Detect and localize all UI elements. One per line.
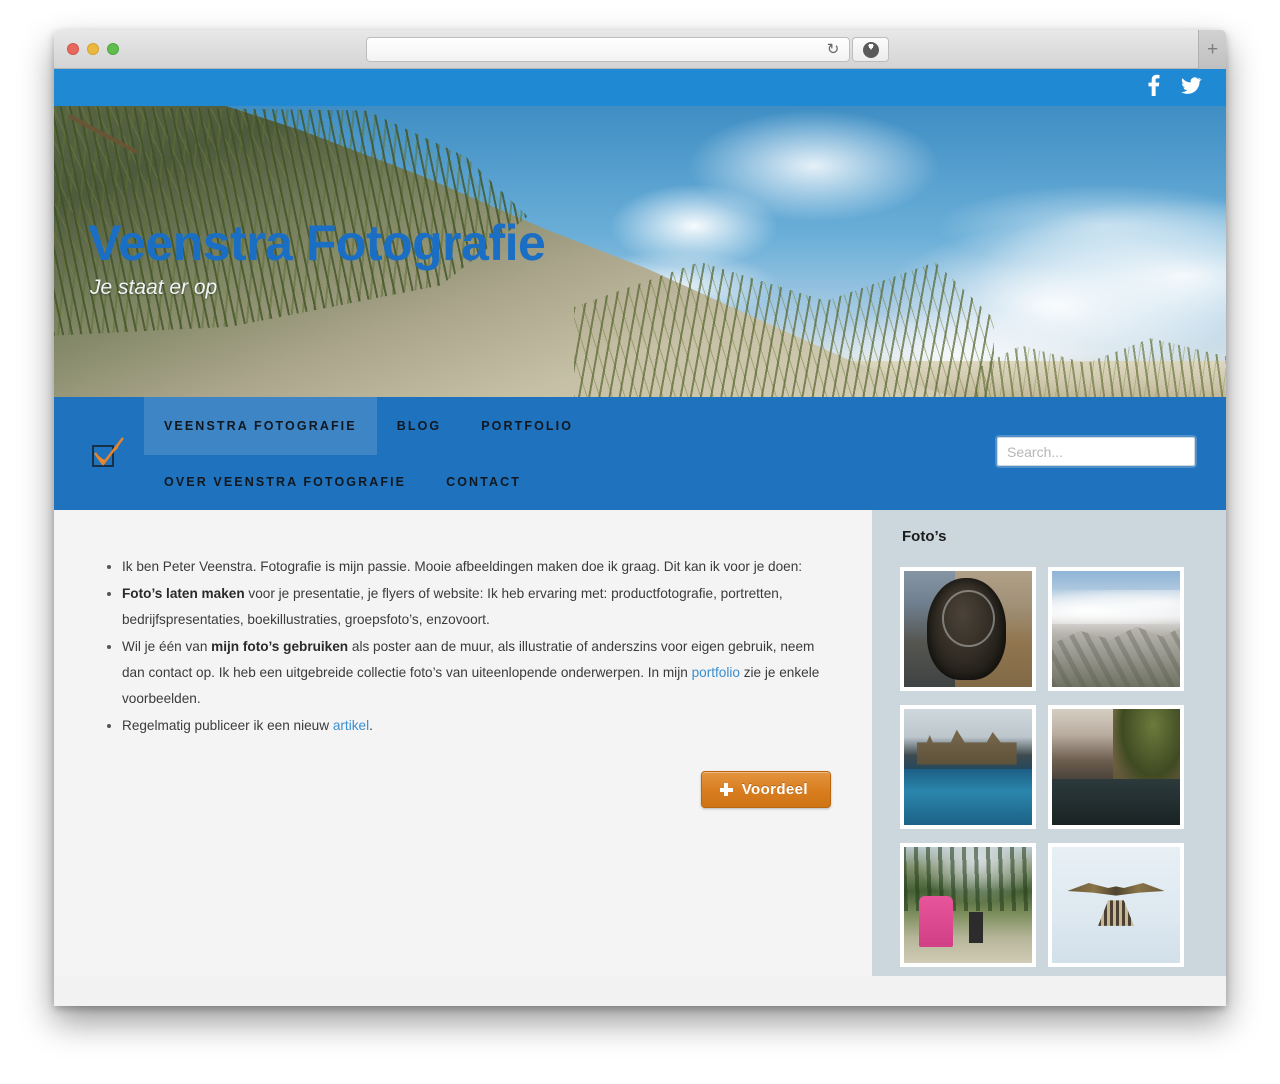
window-traffic-lights — [67, 43, 119, 55]
nav-item-contact[interactable]: CONTACT — [426, 455, 541, 511]
main-navigation: VEENSTRA FOTOGRAFIE BLOG PORTFOLIO OVER … — [54, 397, 1226, 510]
nav-item-blog[interactable]: BLOG — [377, 397, 462, 455]
nav-item-veenstra-fotografie[interactable]: VEENSTRA FOTOGRAFIE — [144, 397, 377, 455]
thumb-koppelpoort[interactable] — [900, 705, 1036, 829]
portfolio-link[interactable]: portfolio — [692, 665, 740, 680]
nav-rows: VEENSTRA FOTOGRAFIE BLOG PORTFOLIO OVER … — [144, 397, 956, 511]
social-links — [1147, 69, 1202, 106]
reload-icon[interactable]: ↻ — [824, 41, 842, 59]
nav-item-portfolio[interactable]: PORTFOLIO — [461, 397, 593, 455]
orange-checkmark-logo[interactable] — [85, 430, 127, 472]
main-content: Ik ben Peter Veenstra. Fotografie is mij… — [54, 510, 872, 976]
thumb-mountain-rocks[interactable] — [1048, 567, 1184, 691]
list-item-bold: Foto’s laten maken — [122, 586, 245, 601]
voordeel-button-label: Voordeel — [741, 781, 808, 798]
list-item-text: Regelmatig publiceer ik een nieuw — [122, 718, 333, 733]
page-footer-strip — [54, 976, 1226, 1006]
list-item: Foto’s laten maken voor je presentatie, … — [122, 581, 832, 633]
search-input[interactable] — [997, 437, 1195, 466]
nav-row-secondary: OVER VEENSTRA FOTOGRAFIE CONTACT — [144, 455, 956, 511]
webpage: Veenstra Fotografie Je staat er op VEENS… — [54, 69, 1226, 1006]
url-input[interactable] — [366, 37, 850, 62]
search-container — [997, 437, 1195, 466]
list-item: Regelmatig publiceer ik een nieuw artike… — [122, 713, 832, 739]
page-body: Ik ben Peter Veenstra. Fotografie is mij… — [54, 510, 1226, 976]
nav-item-over-veenstra-fotografie[interactable]: OVER VEENSTRA FOTOGRAFIE — [144, 455, 426, 511]
list-item: Wil je één van mijn foto’s gebruiken als… — [122, 634, 832, 712]
intro-list: Ik ben Peter Veenstra. Fotografie is mij… — [122, 554, 832, 739]
hero-banner: Veenstra Fotografie Je staat er op — [54, 106, 1226, 397]
thumb-canal-street[interactable] — [1048, 705, 1184, 829]
share-row: Voordeel — [94, 771, 832, 808]
close-window-button[interactable] — [67, 43, 79, 55]
new-tab-button[interactable]: + — [1198, 30, 1226, 69]
browser-titlebar: ↻ + — [54, 30, 1226, 69]
sidebar-title: Foto’s — [902, 528, 947, 545]
artikel-link[interactable]: artikel — [333, 718, 369, 733]
list-item-text: . — [369, 718, 373, 733]
download-button[interactable] — [852, 37, 889, 62]
thumb-children-cycling[interactable] — [900, 843, 1036, 967]
site-tagline: Je staat er op — [90, 276, 218, 299]
nav-row-primary: VEENSTRA FOTOGRAFIE BLOG PORTFOLIO — [144, 397, 956, 455]
list-item: Ik ben Peter Veenstra. Fotografie is mij… — [122, 554, 832, 580]
site-title: Veenstra Fotografie — [88, 215, 546, 271]
minimize-window-button[interactable] — [87, 43, 99, 55]
list-item-text: Ik ben Peter Veenstra. Fotografie is mij… — [122, 559, 803, 574]
sidebar: Foto’s — [872, 510, 1226, 976]
voordeel-share-button[interactable]: Voordeel — [700, 771, 831, 808]
thumb-kestrel-flight[interactable] — [1048, 843, 1184, 967]
photo-thumbnail-grid — [900, 567, 1202, 967]
download-icon — [862, 42, 879, 58]
list-item-text: Wil je één van — [122, 639, 212, 654]
thumb-horse-harness[interactable] — [900, 567, 1036, 691]
twitter-icon[interactable] — [1180, 74, 1202, 101]
browser-window: ↻ + Veenstra Fotografie Je staat er op V… — [54, 30, 1226, 1006]
list-item-bold: mijn foto’s gebruiken — [211, 639, 349, 654]
plus-icon — [719, 783, 733, 796]
zoom-window-button[interactable] — [107, 43, 119, 55]
facebook-icon[interactable] — [1147, 74, 1160, 101]
social-topbar — [54, 69, 1226, 106]
